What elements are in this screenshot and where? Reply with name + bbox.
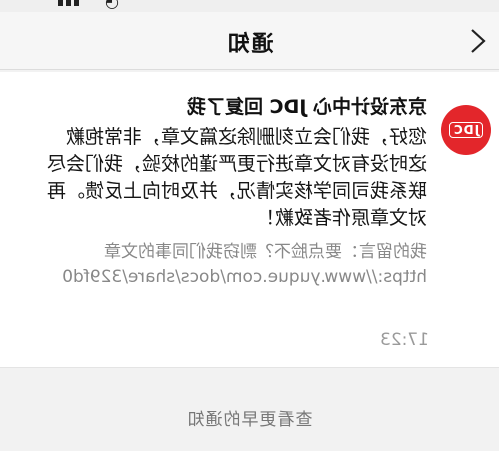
page-title: 通知 bbox=[225, 32, 274, 57]
timestamp: 17:23 bbox=[380, 330, 429, 350]
notification-card[interactable]: JDC 京东设计中心 JDC 回复了我 您好，我们会立刻删除这篇文章，非常抱歉这… bbox=[0, 72, 499, 368]
comment-link[interactable]: https://www.yuque.com/docs/share/329fd0 bbox=[0, 265, 427, 290]
reply-message: 您好，我们会立刻删除这篇文章，非常抱歉这时没有对文章进行更严谨的校验，我们会尽联… bbox=[0, 124, 427, 232]
nav-bar: 通知 bbox=[0, 12, 499, 70]
sender-line: 京东设计中心 JDC 回复了我 bbox=[186, 96, 427, 118]
jdc-logo-icon: JDC bbox=[448, 122, 484, 138]
my-comment: 我的留言：要点脸不？剽窃我们同事的文章 https://www.yuque.com… bbox=[0, 240, 427, 290]
avatar[interactable]: JDC bbox=[441, 105, 491, 155]
reply-message-line: 这时没有对文章进行更严谨的校验，我们会尽 bbox=[46, 153, 427, 175]
my-comment-line: 我的留言：要点脸不？剽窃我们同事的文章 bbox=[104, 242, 427, 262]
notification-page: ◔ 通知 JDC 京东设计中心 JDC 回复了我 您好，我们会立刻删除这篇文章，… bbox=[0, 0, 499, 451]
reply-message-line: 对文章原作者致歉！ bbox=[255, 207, 427, 229]
status-bar: ◔ bbox=[0, 0, 499, 12]
view-earlier-notifications-link[interactable]: 查看更早的通知 bbox=[0, 405, 499, 430]
wifi-icon: ◔ bbox=[105, 0, 119, 11]
signal-icon bbox=[58, 0, 79, 6]
reply-message-line: 联系我司同学核实情况，并及时向上反馈。再 bbox=[46, 180, 427, 202]
notification-content: 京东设计中心 JDC 回复了我 您好，我们会立刻删除这篇文章，非常抱歉这时没有对… bbox=[0, 94, 427, 290]
reply-message-line: 您好，我们会立刻删除这篇文章，非常抱歉 bbox=[65, 126, 427, 148]
